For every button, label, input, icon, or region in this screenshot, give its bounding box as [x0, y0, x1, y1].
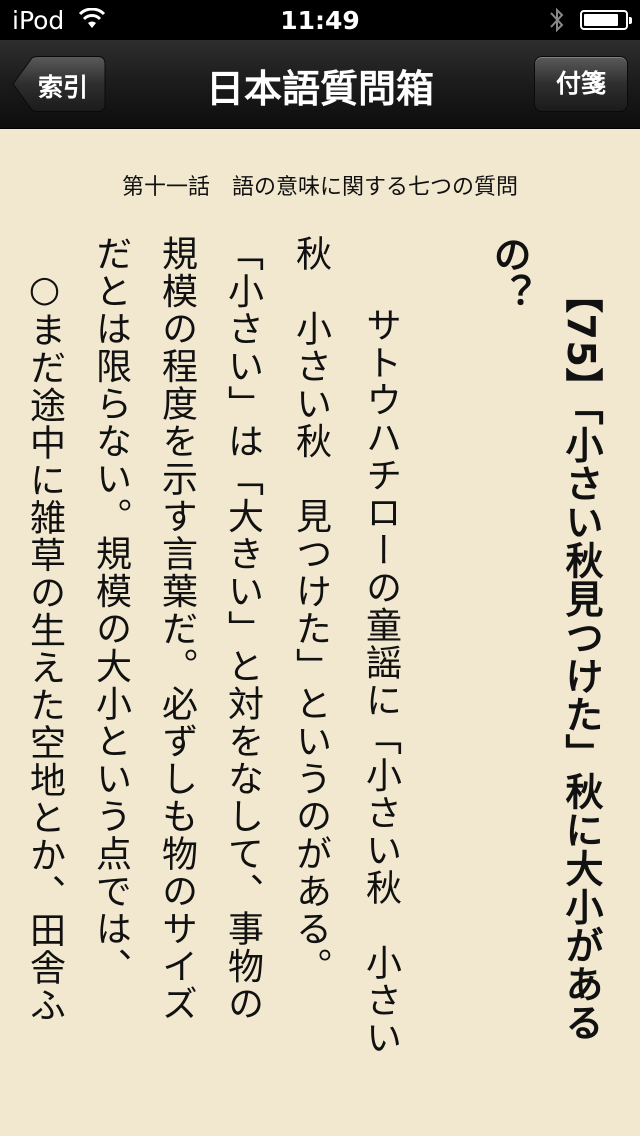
reader-content: 第十一話 語の意味に関する七つの質問 【75】「小さい秋見つけた」秋に大小がある…	[0, 129, 640, 1136]
body-line-4: 規模の程度を示す言葉だ。必ずしも物のサイズ	[156, 235, 197, 1023]
body-line-5: だとは限らない。規模の大小という点では、	[90, 235, 131, 985]
battery-icon	[580, 10, 632, 30]
body-line-3: 「小さい」は「大きい」と対をなして、事物の	[222, 235, 263, 1023]
body-line-1: サトウハチローの童謡に「小さい秋 小さい	[360, 269, 401, 1057]
bookmark-button[interactable]: 付箋	[534, 56, 628, 112]
navigation-bar: 索引 日本語質問箱 付箋	[0, 40, 640, 129]
article-title-line-1: 【75】「小さい秋見つけた」秋に大小がある	[559, 275, 603, 1042]
battery-level	[584, 14, 618, 26]
body-line-6: ○まだ途中に雑草の生えた空地とか、田舎ふ	[24, 269, 65, 1024]
status-bar: iPod 11:49	[0, 0, 640, 40]
bluetooth-icon	[550, 7, 564, 33]
chapter-heading: 第十一話 語の意味に関する七つの質問	[121, 175, 518, 200]
article-title-text: 【75】「小さい秋見つけた」秋に大小がある	[559, 275, 603, 1042]
clock: 11:49	[280, 6, 360, 35]
article-title-line-2: の？	[487, 235, 531, 312]
body-line-2: 秋 小さい秋 見つけた」というのがある。	[290, 235, 331, 985]
